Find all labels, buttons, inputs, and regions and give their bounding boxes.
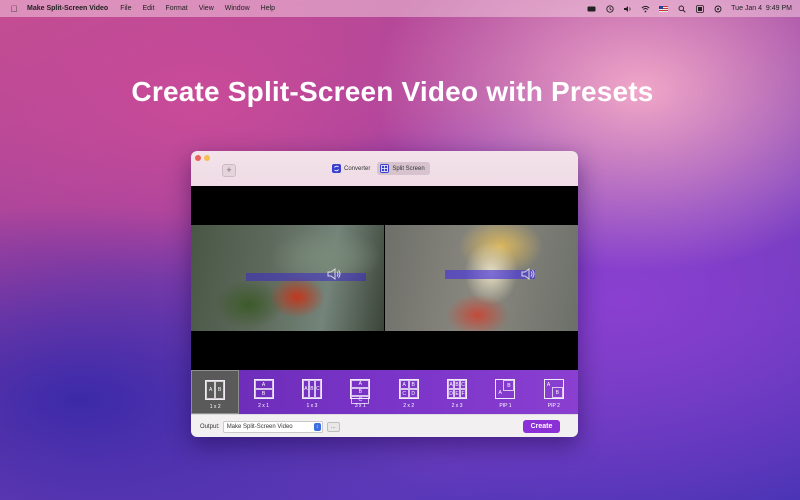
preset-cell: A: [254, 380, 273, 389]
preset-cell: A: [498, 390, 502, 396]
tab-split-screen-label: Split Screen: [392, 165, 425, 172]
preset-thumbnail-icon: AB: [253, 379, 274, 399]
output-select-value: Make Split-Screen Video: [226, 423, 293, 430]
browse-button[interactable]: …: [326, 421, 340, 432]
headline: Create Split-Screen Video with Presets: [131, 76, 654, 107]
preset-cell: F: [460, 389, 467, 398]
app-window: + Converter Split Screen A B 1 x 2 A B 2…: [191, 151, 578, 437]
window-titlebar: + Converter Split Screen: [191, 151, 578, 187]
output-select[interactable]: Make Split-Screen Video ↕: [222, 420, 323, 433]
preset-cell: C: [351, 396, 370, 404]
keyboard-icon[interactable]: [587, 5, 596, 13]
menu-file[interactable]: File: [120, 5, 131, 12]
menu-format[interactable]: Format: [166, 5, 188, 12]
add-button[interactable]: +: [222, 164, 236, 177]
flag-icon[interactable]: [659, 5, 669, 13]
preset-thumbnail-icon: AB: [543, 379, 564, 399]
preset-cell: C: [460, 380, 467, 389]
preset-cell: C: [399, 389, 409, 398]
preset-pip2[interactable]: A B PIP 2: [530, 370, 578, 414]
menu-help[interactable]: Help: [261, 5, 275, 12]
menu-view[interactable]: View: [199, 5, 214, 12]
audio-speaker-icon[interactable]: [520, 267, 536, 281]
preset-3x1[interactable]: ABC3 x 1: [336, 370, 384, 414]
preset-pip1[interactable]: A B PIP 1: [481, 370, 529, 414]
minimize-window-button[interactable]: [204, 155, 210, 161]
video-pane-a[interactable]: [191, 225, 384, 331]
tab-converter-label: Converter: [344, 165, 371, 172]
audio-speaker-icon[interactable]: [326, 267, 342, 281]
preset-cell: A: [546, 382, 551, 388]
video-pane-b[interactable]: [385, 225, 578, 331]
preset-cell: B: [215, 381, 225, 399]
preset-cell: A: [351, 380, 370, 388]
tab-converter[interactable]: Converter: [329, 162, 375, 175]
app-name-menu[interactable]: Make Split-Screen Video: [27, 5, 108, 12]
output-bar: Output: Make Split-Screen Video ↕ … Crea…: [191, 414, 578, 437]
preset-2x1[interactable]: AB 2 x 1: [239, 370, 287, 414]
close-window-button[interactable]: [195, 155, 201, 161]
preset-label: PIP 2: [547, 403, 560, 409]
layout-presets: AB1 x 2AB2 x 1ABC1 x 3ABC3 x 1ABCD2 x 2A…: [191, 370, 578, 414]
preset-label: 2 x 3: [451, 403, 463, 409]
display-icon[interactable]: [695, 4, 704, 13]
split-screen-icon: [380, 164, 390, 173]
preset-label: 1 x 2: [209, 404, 221, 410]
preset-label: 2 x 1: [258, 403, 269, 409]
preset-2x2[interactable]: ABCD 2 x 2: [385, 370, 433, 414]
converter-icon: [332, 164, 341, 173]
video-preview: [191, 186, 578, 370]
preset-label: 1 x 3: [306, 403, 318, 409]
preset-1x2[interactable]: AB 1 x 2: [191, 370, 240, 414]
chevron-updown-icon: ↕: [313, 422, 321, 431]
preset-cell: B: [551, 387, 563, 398]
menu-bar:  Make Split-Screen Video File Edit Form…: [0, 0, 800, 17]
preset-label: PIP 1: [499, 403, 512, 409]
menu-window[interactable]: Window: [225, 5, 250, 12]
video-overlay: [246, 273, 366, 281]
create-button[interactable]: Create: [523, 420, 560, 433]
apple-icon[interactable]: : [9, 4, 19, 14]
mode-switcher: Converter Split Screen: [329, 162, 430, 175]
preset-cell: C: [314, 380, 321, 398]
menu-edit[interactable]: Edit: [142, 5, 154, 12]
preset-cell: A: [206, 381, 216, 399]
preset-thumbnail-icon: ABC: [350, 379, 371, 404]
wifi-icon[interactable]: [641, 5, 650, 13]
preset-thumbnail-icon: ABC: [301, 379, 322, 399]
preset-cell: B: [351, 388, 370, 396]
preset-thumbnail-icon: ABCDEF: [447, 379, 468, 399]
preset-thumbnail-icon: ABCD: [398, 379, 419, 399]
preset-1x3[interactable]: ABC 1 x 3: [288, 370, 336, 414]
preset-cell: B: [254, 389, 273, 398]
preset-cell: D: [408, 389, 418, 398]
preset-thumbnail-icon: AB: [205, 380, 226, 400]
tab-split-screen[interactable]: Split Screen: [377, 162, 430, 175]
search-icon[interactable]: [677, 5, 686, 13]
time-machine-icon[interactable]: [605, 4, 614, 13]
menubar-clock[interactable]: Tue Jan 4 9:49 PM: [731, 5, 792, 12]
volume-icon[interactable]: [623, 5, 632, 13]
preset-2x3[interactable]: ABCDEF 2 x 3: [433, 370, 481, 414]
control-center-icon[interactable]: [713, 5, 722, 13]
preset-cell: B: [503, 380, 515, 391]
preset-label: 2 x 2: [403, 403, 415, 409]
output-label: Output:: [200, 423, 220, 430]
preset-thumbnail-icon: AB: [495, 379, 516, 399]
preset-cell: B: [408, 380, 418, 389]
preset-cell: A: [399, 380, 409, 389]
